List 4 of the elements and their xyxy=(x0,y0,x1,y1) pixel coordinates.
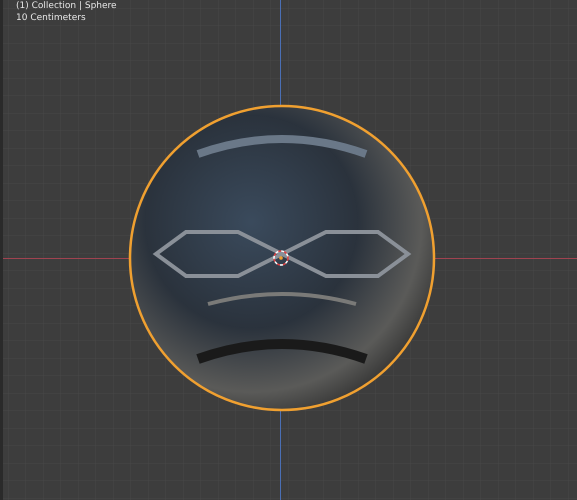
viewport-info-text: 10 Centimeters xyxy=(16,12,87,24)
viewport-info-text: (1) Collection | Sphere xyxy=(16,0,117,12)
cursor-icon xyxy=(273,250,289,266)
textured-sphere-drawing[interactable] xyxy=(128,104,436,412)
